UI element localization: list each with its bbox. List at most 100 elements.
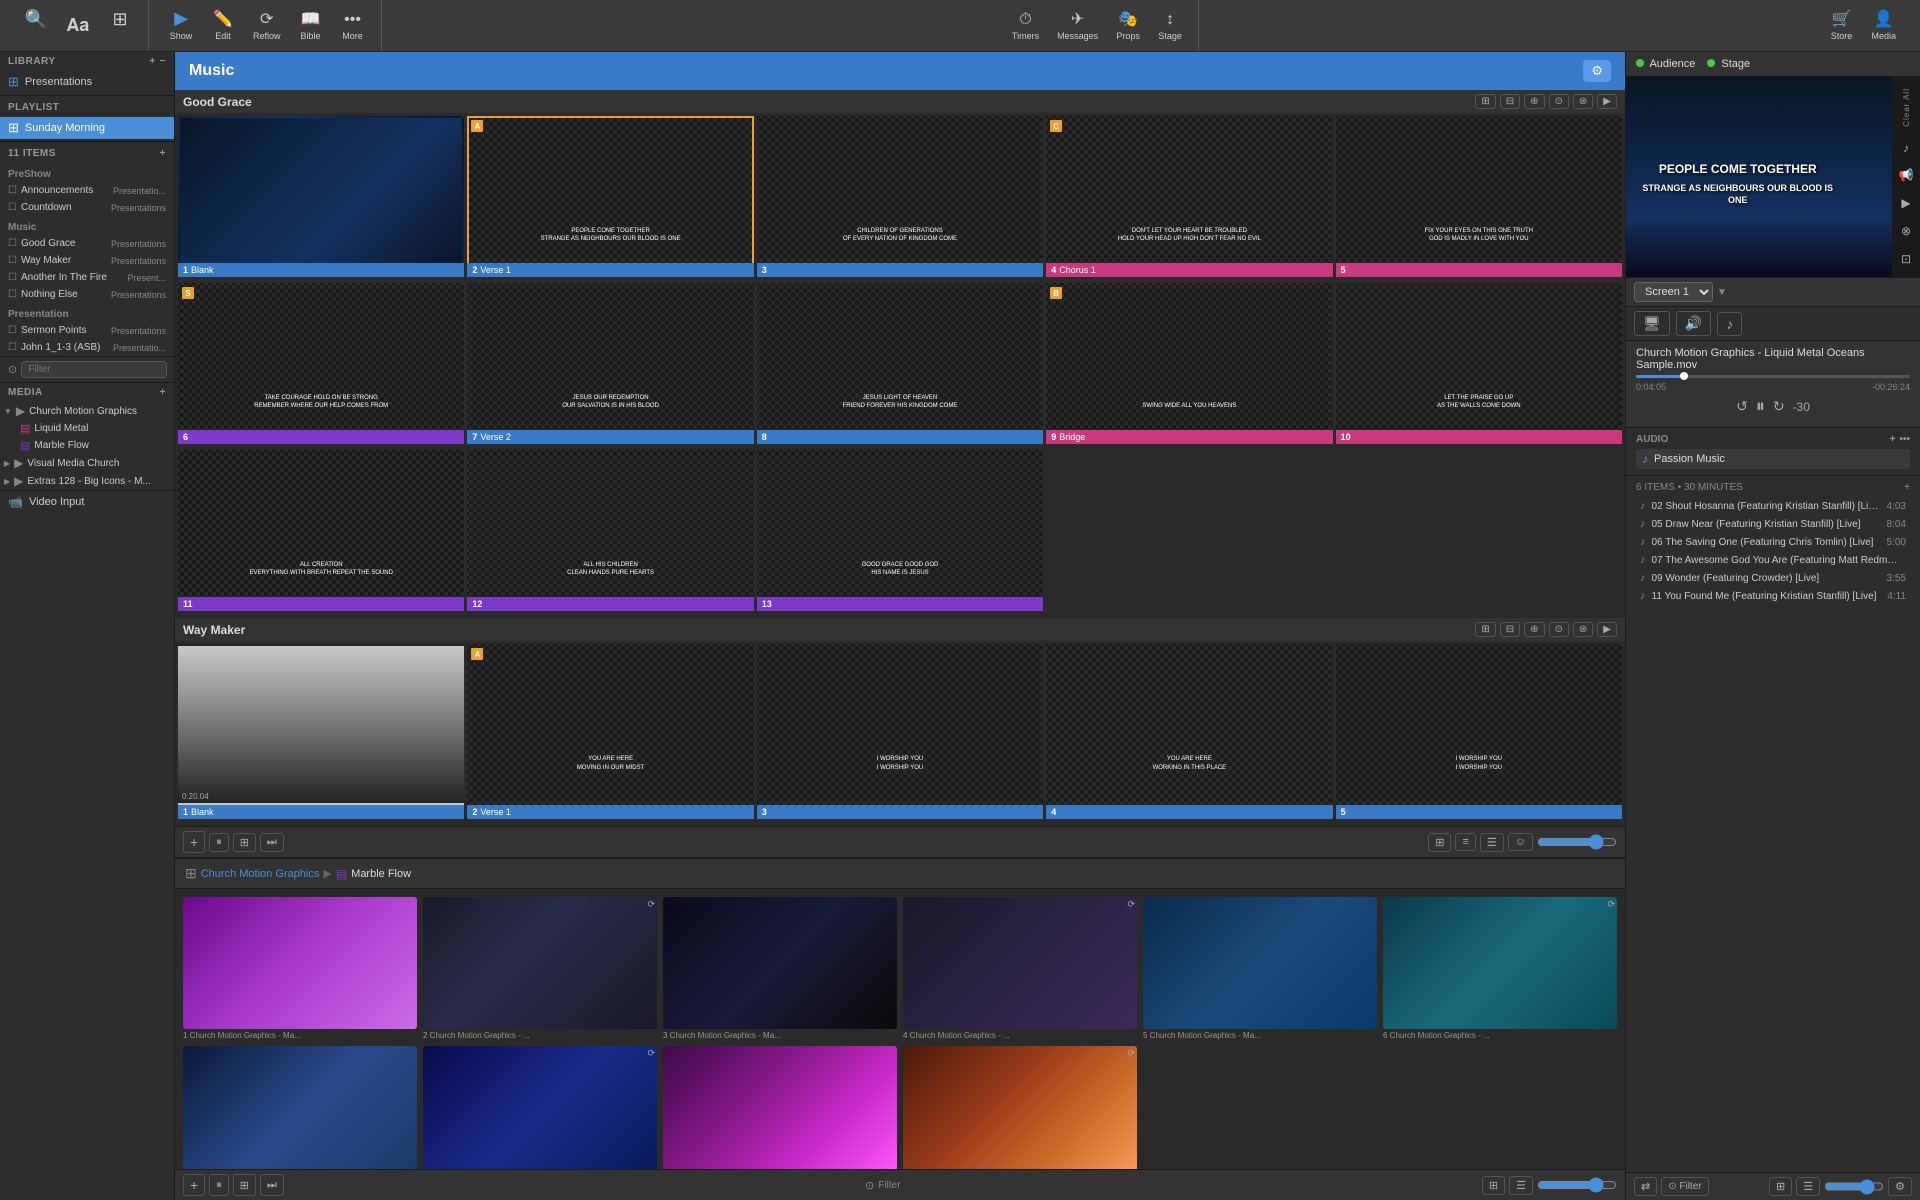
good-grace-sidebar-item[interactable]: ☐ Good Grace Presentations <box>0 235 174 252</box>
another-in-the-fire-item[interactable]: ☐ Another In The Fire Present... <box>0 269 174 286</box>
breadcrumb-cmg[interactable]: Church Motion Graphics <box>201 868 320 880</box>
edit-button[interactable]: ✏️ Edit <box>203 5 243 45</box>
next-btn[interactable]: ⏭ <box>260 833 284 852</box>
emoji-btn[interactable]: ☺ <box>1508 833 1533 851</box>
out-music-btn[interactable]: ♪ <box>1717 312 1742 336</box>
set-shuffle-btn[interactable]: ⇄ <box>1634 1177 1657 1196</box>
gg-slide-2[interactable]: A PEOPLE COME TOGETHERSTRANGE AS NEIGHBO… <box>467 116 753 277</box>
gg-ctrl-6[interactable]: ▶ <box>1597 94 1617 109</box>
list-view-btn[interactable]: ☰ <box>1480 833 1504 852</box>
wm-ctrl-4[interactable]: ⊙ <box>1549 622 1569 637</box>
pause-btn[interactable]: ⏸ <box>209 833 229 852</box>
audio-item-passion[interactable]: ♪ Passion Music <box>1636 449 1910 469</box>
clear-music-icon[interactable]: ♪ <box>1903 141 1909 155</box>
clear-all-icon[interactable]: ⊗ <box>1901 224 1911 238</box>
wm-slide-1[interactable]: 0:20.04 1 Blank <box>178 644 464 819</box>
presentations-item[interactable]: ⊞ Presentations <box>0 71 174 93</box>
bible-button[interactable]: 📖 Bible <box>291 5 331 45</box>
set-list-item-1[interactable]: ♪ 02 Shout Hosanna (Featuring Kristian S… <box>1636 497 1910 515</box>
set-list-item-3[interactable]: ♪ 06 The Saving One (Featuring Chris Tom… <box>1636 533 1910 551</box>
audio-more-btn[interactable]: ••• <box>1899 434 1910 445</box>
media-add-btn[interactable]: + <box>183 1174 205 1196</box>
set-view-btn[interactable]: ⊞ <box>1769 1177 1792 1196</box>
wm-slide-3[interactable]: I WORSHIP YOUI WORSHIP YOU 3 <box>757 644 1043 819</box>
media-next-btn[interactable]: ⏭ <box>260 1174 284 1196</box>
np-skip-btn[interactable]: -30 <box>1793 400 1810 414</box>
grid-view-2-btn[interactable]: ⊞ <box>1428 833 1451 852</box>
media-grid-btn[interactable]: ⊞ <box>233 1174 256 1196</box>
gg-ctrl-3[interactable]: ⊕ <box>1524 94 1544 109</box>
grid-view-btn[interactable]: ⊞ <box>233 833 256 852</box>
john-item[interactable]: ☐ John 1_1-3 (ASB) Presentatio... <box>0 339 174 356</box>
zoom-slider[interactable] <box>1537 834 1617 850</box>
library-add-btn[interactable]: + <box>149 56 155 67</box>
media-item-1[interactable]: 1 Church Motion Graphics - Ma... <box>183 897 417 1040</box>
media-output-button[interactable]: 👤 Media <box>1864 5 1905 45</box>
nothing-else-item[interactable]: ☐ Nothing Else Presentations <box>0 286 174 303</box>
text-button[interactable]: 𝐀𝐚 <box>58 11 98 40</box>
marble-flow-item[interactable]: ▤ Marble Flow <box>0 437 174 454</box>
gg-slide-7[interactable]: JESUS OUR REDEMPTIONOUR SALVATION IS IN … <box>467 283 753 444</box>
clear-msg-icon[interactable]: 📢 <box>1899 168 1914 182</box>
set-settings-btn[interactable]: ⚙ <box>1888 1177 1912 1196</box>
screen-select[interactable]: Screen 1 <box>1634 282 1713 302</box>
out-audio-btn[interactable]: 🔊 <box>1676 311 1711 336</box>
gg-slide-5[interactable]: FIX YOUR EYES ON THIS ONE TRUTHGOD IS MA… <box>1336 116 1622 277</box>
gg-slide-9[interactable]: B SWING WIDE ALL YOU HEAVENS 9 Bridge <box>1046 283 1332 444</box>
set-list-add-btn[interactable]: + <box>1904 482 1910 493</box>
gg-slide-12[interactable]: ALL HIS CHILDRENCLEAN HANDS PURE HEARTS … <box>467 450 753 611</box>
wm-slide-4[interactable]: YOU ARE HEREWORKING IN THIS PLACE 4 <box>1046 644 1332 819</box>
filter-input[interactable] <box>21 361 167 378</box>
library-collapse-btn[interactable]: − <box>160 56 166 67</box>
gg-slide-4[interactable]: C DON'T LET YOUR HEART BE TROUBLEDHOLD Y… <box>1046 116 1332 277</box>
set-list-item-6[interactable]: ♪ 11 You Found Me (Featuring Kristian St… <box>1636 587 1910 605</box>
wm-ctrl-5[interactable]: ⊛ <box>1573 622 1593 637</box>
media-zoom-slider[interactable] <box>1537 1177 1617 1193</box>
announcements-item[interactable]: ☐ Announcements Presentatio... <box>0 182 174 199</box>
out-screen-btn[interactable]: 🖥 <box>1634 311 1670 336</box>
gg-slide-3[interactable]: CHILDREN OF GENERATIONSOF EVERY NATION O… <box>757 116 1043 277</box>
theme-button[interactable]: ⊞ More <box>100 5 140 46</box>
stage-button[interactable]: ↕ Stage <box>1150 7 1190 45</box>
media-item-5[interactable]: 5 Church Motion Graphics - Ma... <box>1143 897 1377 1040</box>
way-maker-sidebar-item[interactable]: ☐ Way Maker Presentations <box>0 252 174 269</box>
gg-ctrl-2[interactable]: ⊟ <box>1500 94 1520 109</box>
gg-slide-11[interactable]: ALL CREATIONEVERYTHING WITH BREATH REPEA… <box>178 450 464 611</box>
wm-ctrl-1[interactable]: ⊞ <box>1475 622 1495 637</box>
sunday-morning-item[interactable]: ⊞ Sunday Morning <box>0 117 174 139</box>
wm-ctrl-3[interactable]: ⊕ <box>1524 622 1544 637</box>
clear-video-icon[interactable]: ▶ <box>1901 196 1910 210</box>
gg-slide-1[interactable]: 0:30.00 1 Blank <box>178 116 464 277</box>
set-list-view-btn[interactable]: ☰ <box>1796 1177 1820 1196</box>
gg-ctrl-1[interactable]: ⊞ <box>1475 94 1495 109</box>
gg-slide-8[interactable]: JESUS LIGHT OF HEAVENFRIEND FOREVER HIS … <box>757 283 1043 444</box>
gg-ctrl-5[interactable]: ⊛ <box>1573 94 1593 109</box>
wm-ctrl-2[interactable]: ⊟ <box>1500 622 1520 637</box>
gg-slide-6[interactable]: S TAKE COURAGE HOLD ON BE STRONGREMEMBER… <box>178 283 464 444</box>
store-button[interactable]: 🛒 Store <box>1822 5 1862 45</box>
media-item-8[interactable]: ⟳ 8 Church Motion Graphics - ... <box>423 1046 657 1169</box>
visual-media-church-item[interactable]: ▶ ▶ Visual Media Church <box>0 454 174 472</box>
np-back-btn[interactable]: ↺ <box>1736 398 1748 415</box>
text-view-btn[interactable]: ≡ <box>1455 833 1475 851</box>
media-add-btn[interactable]: + <box>160 387 166 398</box>
props-button[interactable]: 🎭 Props <box>1108 5 1148 45</box>
sermon-points-item[interactable]: ☐ Sermon Points Presentations <box>0 322 174 339</box>
timers-button[interactable]: ⏱ Timers <box>1004 7 1047 45</box>
search-button[interactable]: 🔍 Show <box>16 5 56 46</box>
gg-slide-10[interactable]: LET THE PRAISE GO UPAS THE WALLS COME DO… <box>1336 283 1622 444</box>
media-item-4[interactable]: ⟳ 4 Church Motion Graphics - ... <box>903 897 1137 1040</box>
now-playing-progress[interactable] <box>1636 375 1910 378</box>
wm-slide-5[interactable]: I WORSHIP YOUI WORSHIP YOU 5 <box>1336 644 1622 819</box>
wm-ctrl-6[interactable]: ▶ <box>1597 622 1617 637</box>
media-item-6[interactable]: ⟳ 6 Church Motion Graphics - ... <box>1383 897 1617 1040</box>
set-filter-btn[interactable]: ⊙ Filter <box>1661 1177 1708 1196</box>
wm-slide-2[interactable]: A YOU ARE HEREMOVING IN OUR MIDST 2 Vers… <box>467 644 753 819</box>
media-item-7[interactable]: 7 Church Motion Graphics - Ma... <box>183 1046 417 1169</box>
gg-ctrl-4[interactable]: ⊙ <box>1549 94 1569 109</box>
media-pause-btn[interactable]: ⏸ <box>209 1174 229 1196</box>
media-item-3[interactable]: 3 Church Motion Graphics - Ma... <box>663 897 897 1040</box>
show-button[interactable]: ▶ Show <box>161 4 201 45</box>
media-view-list-btn[interactable]: ☰ <box>1509 1176 1533 1195</box>
countdown-item[interactable]: ☐ Countdown Presentations <box>0 199 174 216</box>
